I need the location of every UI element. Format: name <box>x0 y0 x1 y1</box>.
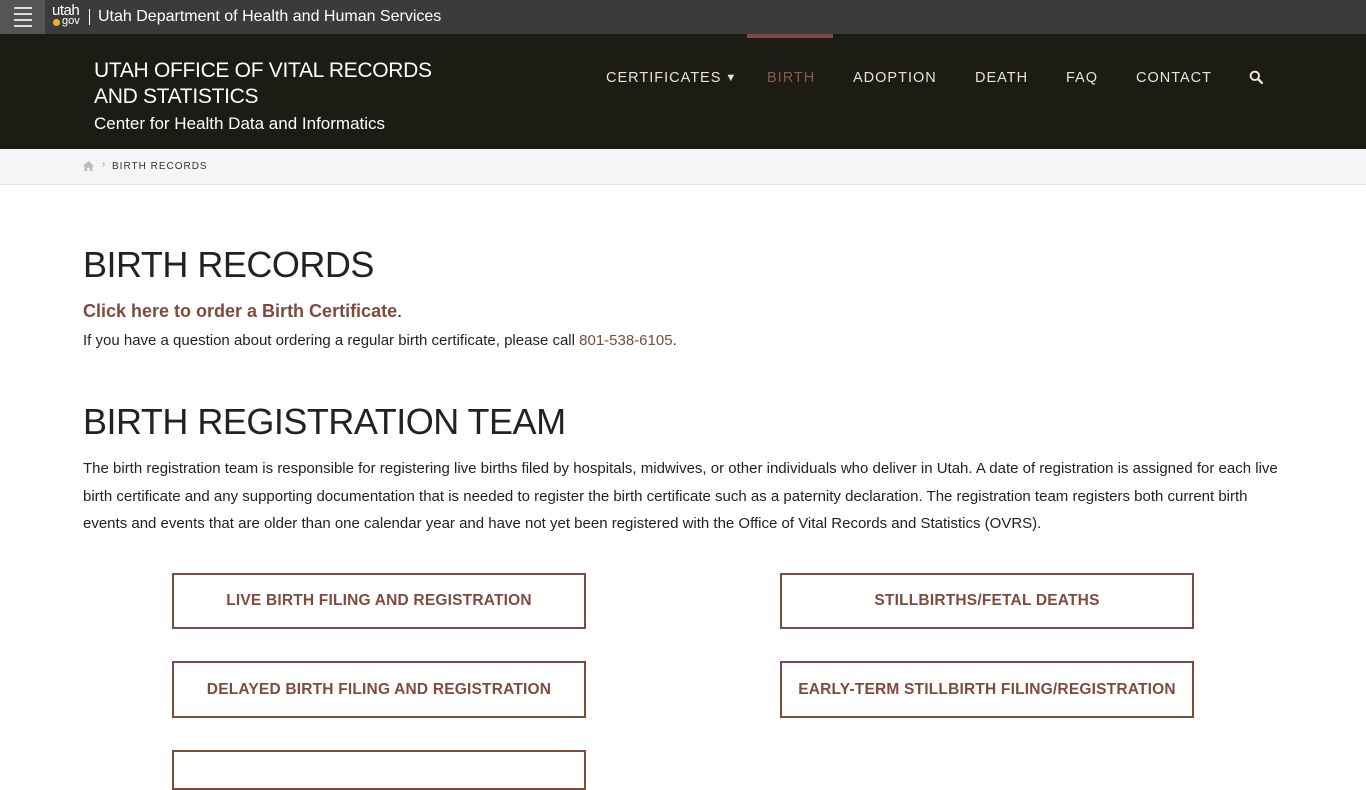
section-description: The birth registration team is responsib… <box>83 460 1278 532</box>
nav-item-contact[interactable]: CONTACT <box>1136 70 1212 86</box>
nav-item-birth[interactable]: BIRTH <box>767 70 815 86</box>
section-title: BIRTH REGISTRATION TEAM <box>83 401 566 442</box>
question-line: If you have a question about ordering a … <box>83 332 677 349</box>
nav-active-indicator <box>747 34 833 38</box>
partial-button[interactable] <box>172 750 586 790</box>
utah-gov-logo[interactable]: utah gov <box>52 3 84 31</box>
site-subtitle: Center for Health Data and Informatics <box>94 114 386 133</box>
site-title[interactable]: UTAH OFFICE OF VITAL RECORDS AND STATIST… <box>94 58 454 110</box>
page-title: BIRTH RECORDS <box>83 244 374 285</box>
breadcrumb-current: BIRTH RECORDS <box>112 161 208 172</box>
utah-gov-bar: utah gov Utah Department of Health and H… <box>0 0 1366 34</box>
stillbirths-fetal-deaths-button[interactable]: STILLBIRTHS/FETAL DEATHS <box>780 573 1194 629</box>
nav-item-faq[interactable]: FAQ <box>1066 70 1098 86</box>
phone-link[interactable]: 801-538-6105 <box>579 332 672 349</box>
breadcrumb: › BIRTH RECORDS <box>0 149 1366 185</box>
order-line: Click here to order a Birth Certificate. <box>83 301 403 321</box>
live-birth-filing-button[interactable]: LIVE BIRTH FILING AND REGISTRATION <box>172 573 586 629</box>
nav-item-adoption[interactable]: ADOPTION <box>853 70 937 86</box>
agency-name[interactable]: Utah Department of Health and Human Serv… <box>98 7 441 27</box>
breadcrumb-separator: › <box>102 159 106 170</box>
nav-item-certificates[interactable]: CERTIFICATES ▼ <box>606 70 737 86</box>
delayed-birth-filing-button[interactable]: DELAYED BIRTH FILING AND REGISTRATION <box>172 661 586 718</box>
menu-icon[interactable] <box>0 0 45 34</box>
site-header: UTAH OFFICE OF VITAL RECORDS AND STATIST… <box>0 34 1366 149</box>
chevron-double-down-icon: ▼ <box>725 72 738 84</box>
home-icon[interactable] <box>83 161 94 171</box>
divider <box>89 9 90 25</box>
early-term-stillbirth-button[interactable]: EARLY-TERM STILLBIRTH FILING/REGISTRATIO… <box>780 661 1194 718</box>
order-birth-certificate-link[interactable]: Click here to order a Birth Certificate <box>83 301 397 321</box>
nav-item-death[interactable]: DEATH <box>975 70 1028 86</box>
search-icon[interactable] <box>1249 70 1263 84</box>
